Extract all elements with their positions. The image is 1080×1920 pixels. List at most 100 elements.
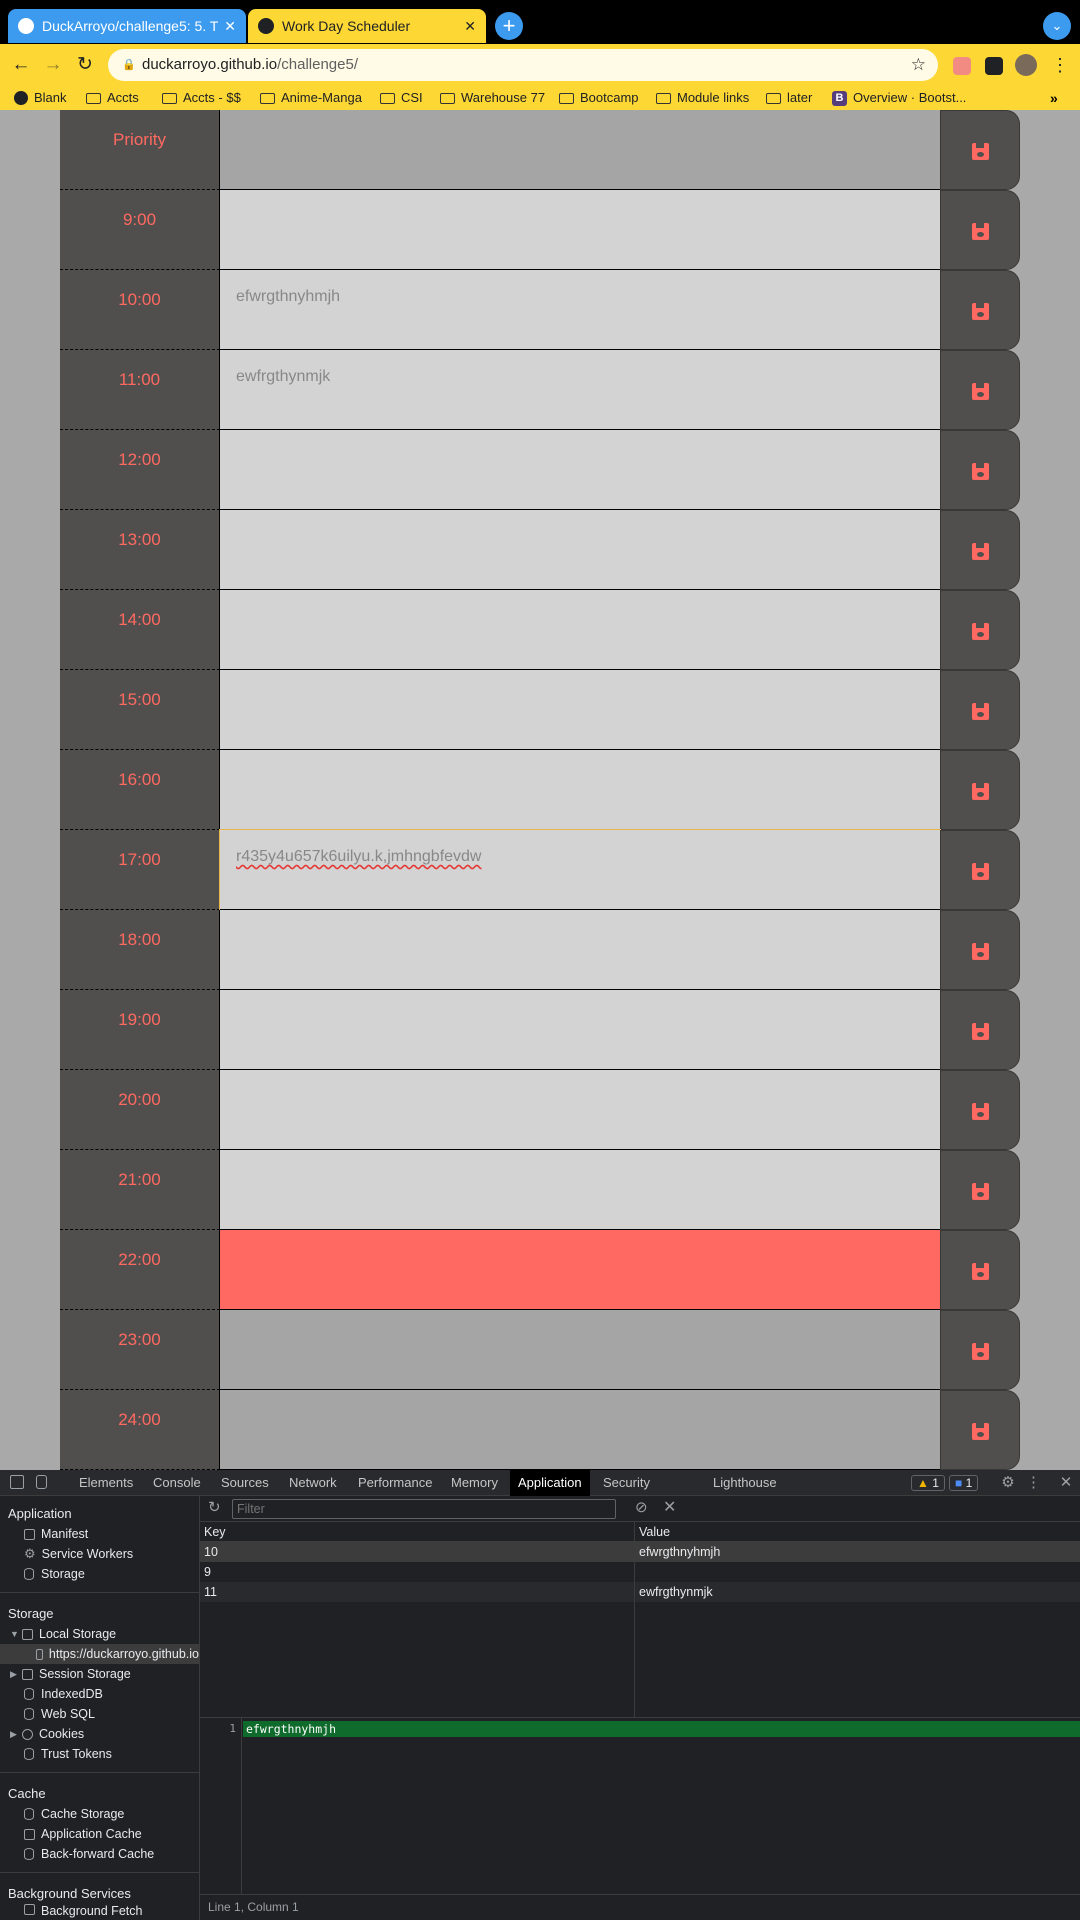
- save-button[interactable]: [940, 750, 1020, 830]
- bookmark-warehouse-77[interactable]: Warehouse 77: [440, 86, 545, 110]
- bookmark-module-links[interactable]: Module links: [656, 86, 749, 110]
- save-button[interactable]: [940, 1070, 1020, 1150]
- save-button[interactable]: [940, 1310, 1020, 1390]
- sidebar-item-trust-tokens[interactable]: Trust Tokens: [24, 1744, 112, 1764]
- event-textarea[interactable]: [220, 590, 940, 670]
- sidebar-item-application-cache[interactable]: Application Cache: [24, 1824, 142, 1844]
- save-button[interactable]: [940, 510, 1020, 590]
- device-toolbar-icon[interactable]: [36, 1475, 47, 1489]
- bookmark-accts[interactable]: Accts: [86, 86, 139, 110]
- devtools-settings-icon[interactable]: ⚙: [999, 1470, 1017, 1496]
- preview-line[interactable]: efwrgthnyhmjh: [243, 1721, 1080, 1737]
- devtools-more-icon[interactable]: ⋮: [1026, 1470, 1041, 1496]
- clear-all-icon[interactable]: ⊘: [635, 1498, 648, 1516]
- filter-input[interactable]: [232, 1499, 616, 1519]
- bookmark-bootstrap-overview[interactable]: B Overview · Bootst...: [832, 86, 966, 110]
- devtools-tab-console[interactable]: Console: [145, 1470, 209, 1496]
- forward-icon[interactable]: →: [40, 52, 66, 78]
- save-button[interactable]: [940, 1390, 1020, 1470]
- sidebar-item-background-fetch[interactable]: Background Fetch: [24, 1904, 142, 1920]
- devtools-tab-network[interactable]: Network: [281, 1470, 345, 1496]
- sidebar-item-indexeddb[interactable]: IndexedDB: [24, 1684, 103, 1704]
- bookmark-blank[interactable]: Blank: [14, 86, 67, 110]
- save-button[interactable]: [940, 830, 1020, 910]
- sidebar-item-service-workers[interactable]: ⚙ Service Workers: [24, 1544, 133, 1564]
- sidebar-item-cache-storage[interactable]: Cache Storage: [24, 1804, 124, 1824]
- close-tab-icon[interactable]: ✕: [464, 18, 476, 35]
- event-textarea[interactable]: [220, 110, 940, 190]
- browser-menu-icon[interactable]: ⋮: [1050, 52, 1070, 78]
- event-textarea[interactable]: ewfrgthynmjk: [220, 350, 940, 430]
- back-icon[interactable]: ←: [8, 52, 34, 78]
- event-textarea[interactable]: [220, 1390, 940, 1470]
- tab-github[interactable]: DuckArroyo/challenge5: 5. Thir ✕: [8, 9, 246, 43]
- devtools-tab-lighthouse[interactable]: Lighthouse: [705, 1470, 785, 1496]
- table-row[interactable]: 10 efwrgthnyhmjh: [200, 1542, 1080, 1562]
- devtools-tab-performance[interactable]: Performance: [350, 1470, 440, 1496]
- refresh-icon[interactable]: ↻: [208, 1498, 221, 1516]
- collapsed-arrow-icon[interactable]: ▶: [10, 1729, 20, 1740]
- collapsed-arrow-icon[interactable]: ▶: [10, 1669, 20, 1680]
- save-button[interactable]: [940, 910, 1020, 990]
- inspect-element-icon[interactable]: [10, 1475, 24, 1489]
- event-textarea[interactable]: [220, 670, 940, 750]
- messages-badge[interactable]: ■ 1: [949, 1475, 979, 1491]
- delete-selected-icon[interactable]: ✕: [663, 1497, 676, 1517]
- column-divider[interactable]: [634, 1522, 635, 1718]
- event-textarea[interactable]: [220, 1070, 940, 1150]
- bookmark-accts-money[interactable]: Accts - $$: [162, 86, 241, 110]
- save-button[interactable]: [940, 1150, 1020, 1230]
- event-textarea[interactable]: [220, 990, 940, 1070]
- save-button[interactable]: [940, 1230, 1020, 1310]
- save-button[interactable]: [940, 270, 1020, 350]
- bookmark-csi[interactable]: CSI: [380, 86, 423, 110]
- devtools-close-icon[interactable]: ✕: [1058, 1470, 1074, 1496]
- close-tab-icon[interactable]: ✕: [224, 18, 236, 35]
- event-textarea[interactable]: [220, 750, 940, 830]
- devtools-tab-security[interactable]: Security: [595, 1470, 658, 1496]
- tab-work-day-scheduler[interactable]: Work Day Scheduler ✕: [248, 9, 486, 43]
- bookmark-bootcamp[interactable]: Bootcamp: [559, 86, 639, 110]
- warnings-badge[interactable]: ▲ 1: [911, 1475, 945, 1491]
- event-textarea[interactable]: [220, 1310, 940, 1390]
- event-textarea[interactable]: [220, 510, 940, 590]
- table-row-empty[interactable]: [200, 1602, 1080, 1622]
- devtools-tab-sources[interactable]: Sources: [213, 1470, 277, 1496]
- column-header-value[interactable]: Value: [635, 1522, 1080, 1542]
- profile-avatar[interactable]: [1015, 54, 1037, 76]
- event-textarea[interactable]: r435y4u657k6uilyu.k,jmhngbfevdw: [219, 829, 941, 911]
- reload-icon[interactable]: ↻: [72, 52, 98, 78]
- event-textarea[interactable]: [220, 190, 940, 270]
- bookmark-star-icon[interactable]: ☆: [911, 49, 926, 81]
- save-button[interactable]: [940, 110, 1020, 190]
- tab-search-button[interactable]: ⌄: [1043, 12, 1071, 40]
- save-button[interactable]: [940, 350, 1020, 430]
- sidebar-item-back-forward-cache[interactable]: Back-forward Cache: [24, 1844, 154, 1864]
- table-row[interactable]: 11 ewfrgthynmjk: [200, 1582, 1080, 1602]
- extension-icon[interactable]: [953, 57, 971, 75]
- save-button[interactable]: [940, 670, 1020, 750]
- extensions-puzzle-icon[interactable]: [985, 57, 1003, 75]
- sidebar-item-cookies[interactable]: ▶ Cookies: [10, 1724, 84, 1744]
- sidebar-item-session-storage[interactable]: ▶ Session Storage: [10, 1664, 131, 1684]
- bookmark-anime-manga[interactable]: Anime-Manga: [260, 86, 362, 110]
- devtools-tab-elements[interactable]: Elements: [71, 1470, 141, 1496]
- save-button[interactable]: [940, 190, 1020, 270]
- new-tab-button[interactable]: +: [495, 12, 523, 40]
- save-button[interactable]: [940, 430, 1020, 510]
- table-row[interactable]: 9: [200, 1562, 1080, 1582]
- sidebar-item-local-storage[interactable]: ▼ Local Storage: [10, 1624, 116, 1644]
- expanded-arrow-icon[interactable]: ▼: [10, 1629, 20, 1639]
- event-textarea[interactable]: [220, 910, 940, 990]
- event-textarea[interactable]: [220, 1230, 940, 1310]
- sidebar-item-local-storage-origin[interactable]: https://duckarroyo.github.io: [0, 1644, 199, 1664]
- save-button[interactable]: [940, 990, 1020, 1070]
- address-bar[interactable]: 🔒 duckarroyo.github.io/challenge5/ ☆: [108, 49, 938, 81]
- devtools-tab-application[interactable]: Application: [510, 1470, 590, 1496]
- save-button[interactable]: [940, 590, 1020, 670]
- bookmark-later[interactable]: later: [766, 86, 812, 110]
- event-textarea[interactable]: [220, 430, 940, 510]
- sidebar-item-storage[interactable]: Storage: [24, 1564, 85, 1584]
- sidebar-item-manifest[interactable]: Manifest: [24, 1524, 88, 1544]
- devtools-tab-memory[interactable]: Memory: [443, 1470, 506, 1496]
